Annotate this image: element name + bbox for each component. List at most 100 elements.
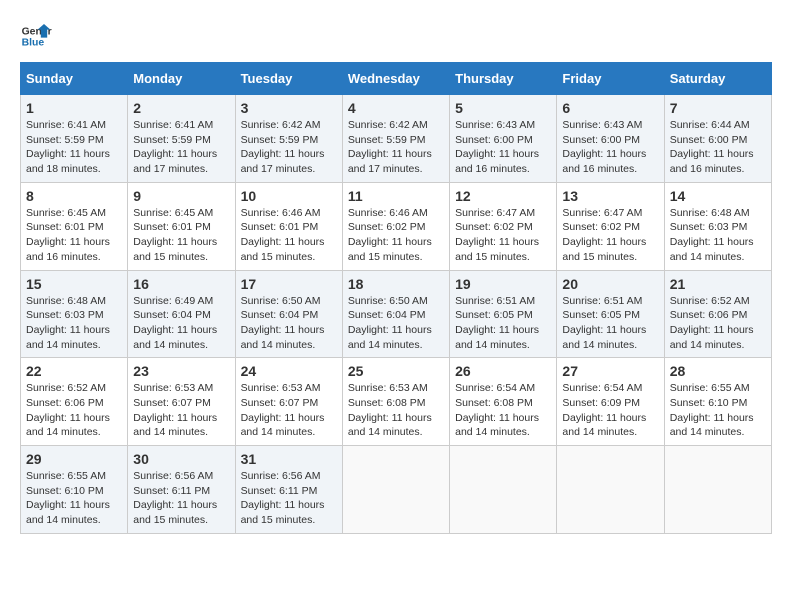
page-header: General Blue: [20, 20, 772, 52]
calendar-cell: 13 Sunrise: 6:47 AMSunset: 6:02 PMDayligh…: [557, 182, 664, 270]
cell-content: Sunrise: 6:48 AMSunset: 6:03 PMDaylight:…: [670, 206, 766, 265]
calendar-cell: [664, 446, 771, 534]
cell-content: Sunrise: 6:46 AMSunset: 6:02 PMDaylight:…: [348, 206, 444, 265]
calendar-cell: 6 Sunrise: 6:43 AMSunset: 6:00 PMDaylight…: [557, 95, 664, 183]
day-number: 16: [133, 276, 229, 292]
week-row-5: 29Sunrise: 6:55 AMSunset: 6:10 PMDayligh…: [21, 446, 772, 534]
calendar-cell: 4Sunrise: 6:42 AMSunset: 5:59 PMDaylight…: [342, 95, 449, 183]
calendar-cell: 24 Sunrise: 6:53 AMSunset: 6:07 PMDayligh…: [235, 358, 342, 446]
cell-content: Sunrise: 6:51 AMSunset: 6:05 PMDaylight:…: [562, 294, 658, 353]
day-number: 24: [241, 363, 337, 379]
calendar-cell: 30Sunrise: 6:56 AMSunset: 6:11 PMDayligh…: [128, 446, 235, 534]
calendar-cell: 16 Sunrise: 6:49 AMSunset: 6:04 PMDayligh…: [128, 270, 235, 358]
calendar-cell: 5Sunrise: 6:43 AMSunset: 6:00 PMDaylight…: [450, 95, 557, 183]
day-number: 28: [670, 363, 766, 379]
day-number: 25: [348, 363, 444, 379]
cell-content: Sunrise: 6:47 AMSunset: 6:02 PMDaylight:…: [455, 206, 551, 265]
week-row-3: 15 Sunrise: 6:48 AMSunset: 6:03 PMDayligh…: [21, 270, 772, 358]
cell-content: Sunrise: 6:42 AMSunset: 5:59 PMDaylight:…: [348, 118, 444, 177]
calendar-cell: 12 Sunrise: 6:47 AMSunset: 6:02 PMDayligh…: [450, 182, 557, 270]
cell-content: Sunrise: 6:48 AMSunset: 6:03 PMDaylight:…: [26, 294, 122, 353]
day-number: 30: [133, 451, 229, 467]
calendar-cell: 27Sunrise: 6:54 AMSunset: 6:09 PMDayligh…: [557, 358, 664, 446]
day-number: 6: [562, 100, 658, 116]
cell-content: Sunrise: 6:41 AMSunset: 5:59 PMDaylight:…: [26, 118, 122, 177]
calendar-cell: 21 Sunrise: 6:52 AMSunset: 6:06 PMDayligh…: [664, 270, 771, 358]
day-number: 7: [670, 100, 766, 116]
calendar-cell: 29Sunrise: 6:55 AMSunset: 6:10 PMDayligh…: [21, 446, 128, 534]
logo-icon: General Blue: [20, 20, 52, 52]
calendar-cell: 10 Sunrise: 6:46 AMSunset: 6:01 PMDayligh…: [235, 182, 342, 270]
calendar-cell: 28 Sunrise: 6:55 AMSunset: 6:10 PMDayligh…: [664, 358, 771, 446]
column-header-sunday: Sunday: [21, 63, 128, 95]
day-number: 19: [455, 276, 551, 292]
calendar-cell: 1 Sunrise: 6:41 AMSunset: 5:59 PMDaylight…: [21, 95, 128, 183]
calendar-cell: 14 Sunrise: 6:48 AMSunset: 6:03 PMDayligh…: [664, 182, 771, 270]
calendar-cell: 18Sunrise: 6:50 AMSunset: 6:04 PMDayligh…: [342, 270, 449, 358]
cell-content: Sunrise: 6:52 AMSunset: 6:06 PMDaylight:…: [670, 294, 766, 353]
calendar-cell: [557, 446, 664, 534]
calendar-header-row: SundayMondayTuesdayWednesdayThursdayFrid…: [21, 63, 772, 95]
day-number: 2: [133, 100, 229, 116]
svg-text:Blue: Blue: [22, 38, 45, 49]
calendar-cell: 3 Sunrise: 6:42 AMSunset: 5:59 PMDaylight…: [235, 95, 342, 183]
cell-content: Sunrise: 6:41 AMSunset: 5:59 PMDaylight:…: [133, 118, 229, 177]
cell-content: Sunrise: 6:43 AMSunset: 6:00 PMDaylight:…: [562, 118, 658, 177]
logo: General Blue: [20, 20, 52, 52]
cell-content: Sunrise: 6:42 AMSunset: 5:59 PMDaylight:…: [241, 118, 337, 177]
cell-content: Sunrise: 6:45 AMSunset: 6:01 PMDaylight:…: [26, 206, 122, 265]
day-number: 14: [670, 188, 766, 204]
column-header-saturday: Saturday: [664, 63, 771, 95]
cell-content: Sunrise: 6:52 AMSunset: 6:06 PMDaylight:…: [26, 381, 122, 440]
day-number: 23: [133, 363, 229, 379]
day-number: 15: [26, 276, 122, 292]
calendar-cell: 2 Sunrise: 6:41 AMSunset: 5:59 PMDaylight…: [128, 95, 235, 183]
calendar-cell: 8 Sunrise: 6:45 AMSunset: 6:01 PMDaylight…: [21, 182, 128, 270]
cell-content: Sunrise: 6:53 AMSunset: 6:08 PMDaylight:…: [348, 381, 444, 440]
calendar-cell: 11 Sunrise: 6:46 AMSunset: 6:02 PMDayligh…: [342, 182, 449, 270]
calendar-cell: 15 Sunrise: 6:48 AMSunset: 6:03 PMDayligh…: [21, 270, 128, 358]
column-header-monday: Monday: [128, 63, 235, 95]
day-number: 11: [348, 188, 444, 204]
calendar-cell: [342, 446, 449, 534]
cell-content: Sunrise: 6:56 AMSunset: 6:11 PMDaylight:…: [241, 469, 337, 528]
column-header-wednesday: Wednesday: [342, 63, 449, 95]
day-number: 12: [455, 188, 551, 204]
cell-content: Sunrise: 6:50 AMSunset: 6:04 PMDaylight:…: [241, 294, 337, 353]
cell-content: Sunrise: 6:49 AMSunset: 6:04 PMDaylight:…: [133, 294, 229, 353]
calendar-cell: 26Sunrise: 6:54 AMSunset: 6:08 PMDayligh…: [450, 358, 557, 446]
calendar-cell: 25 Sunrise: 6:53 AMSunset: 6:08 PMDayligh…: [342, 358, 449, 446]
cell-content: Sunrise: 6:55 AMSunset: 6:10 PMDaylight:…: [26, 469, 122, 528]
cell-content: Sunrise: 6:55 AMSunset: 6:10 PMDaylight:…: [670, 381, 766, 440]
day-number: 8: [26, 188, 122, 204]
calendar-cell: 31 Sunrise: 6:56 AMSunset: 6:11 PMDayligh…: [235, 446, 342, 534]
day-number: 10: [241, 188, 337, 204]
cell-content: Sunrise: 6:53 AMSunset: 6:07 PMDaylight:…: [133, 381, 229, 440]
day-number: 31: [241, 451, 337, 467]
day-number: 5: [455, 100, 551, 116]
day-number: 22: [26, 363, 122, 379]
cell-content: Sunrise: 6:53 AMSunset: 6:07 PMDaylight:…: [241, 381, 337, 440]
day-number: 21: [670, 276, 766, 292]
calendar-cell: 22 Sunrise: 6:52 AMSunset: 6:06 PMDayligh…: [21, 358, 128, 446]
column-header-friday: Friday: [557, 63, 664, 95]
calendar-cell: [450, 446, 557, 534]
calendar-cell: 23 Sunrise: 6:53 AMSunset: 6:07 PMDayligh…: [128, 358, 235, 446]
column-header-tuesday: Tuesday: [235, 63, 342, 95]
day-number: 17: [241, 276, 337, 292]
day-number: 1: [26, 100, 122, 116]
calendar-cell: 19 Sunrise: 6:51 AMSunset: 6:05 PMDayligh…: [450, 270, 557, 358]
cell-content: Sunrise: 6:51 AMSunset: 6:05 PMDaylight:…: [455, 294, 551, 353]
week-row-2: 8 Sunrise: 6:45 AMSunset: 6:01 PMDaylight…: [21, 182, 772, 270]
cell-content: Sunrise: 6:44 AMSunset: 6:00 PMDaylight:…: [670, 118, 766, 177]
day-number: 13: [562, 188, 658, 204]
week-row-4: 22 Sunrise: 6:52 AMSunset: 6:06 PMDayligh…: [21, 358, 772, 446]
day-number: 27: [562, 363, 658, 379]
day-number: 26: [455, 363, 551, 379]
cell-content: Sunrise: 6:46 AMSunset: 6:01 PMDaylight:…: [241, 206, 337, 265]
day-number: 3: [241, 100, 337, 116]
calendar-cell: 17 Sunrise: 6:50 AMSunset: 6:04 PMDayligh…: [235, 270, 342, 358]
column-header-thursday: Thursday: [450, 63, 557, 95]
cell-content: Sunrise: 6:47 AMSunset: 6:02 PMDaylight:…: [562, 206, 658, 265]
calendar-cell: 7 Sunrise: 6:44 AMSunset: 6:00 PMDaylight…: [664, 95, 771, 183]
